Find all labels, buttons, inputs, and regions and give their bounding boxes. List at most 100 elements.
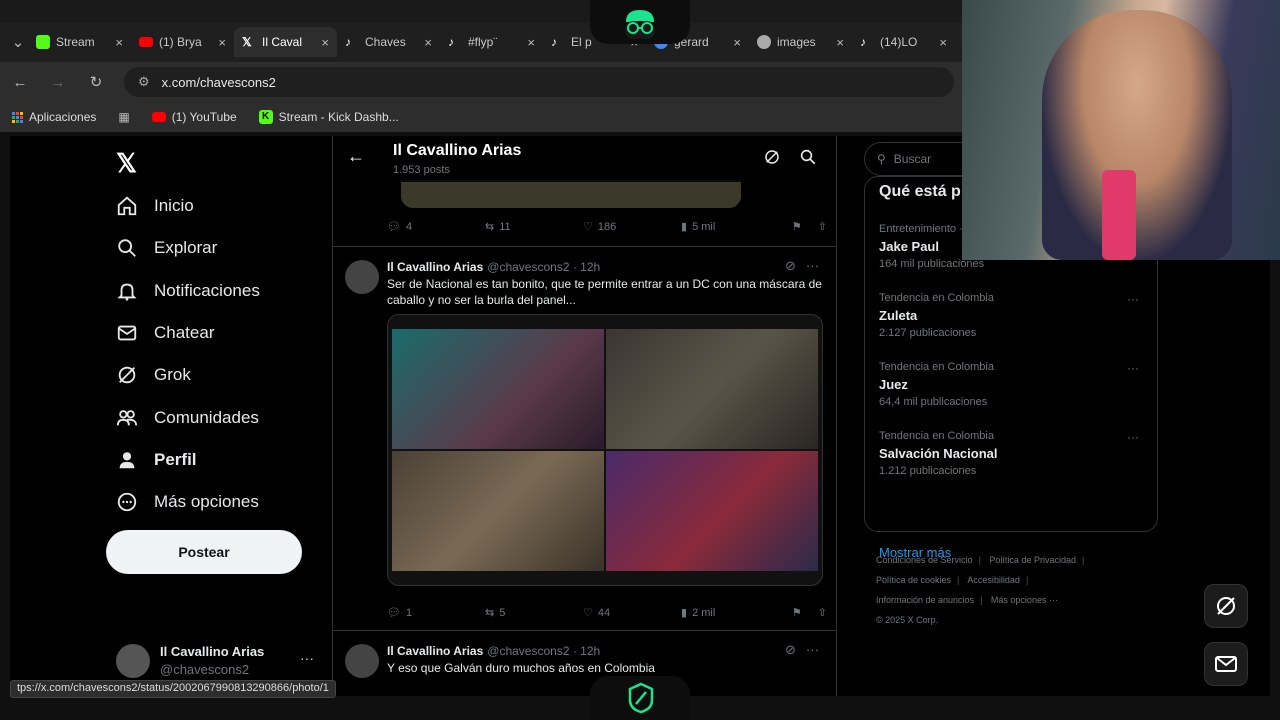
more-dots-icon[interactable]: ··· [806, 258, 819, 274]
footer-links: Condiciones de Servicio | Política de Pri… [876, 555, 1085, 625]
tab-title: #flyp¨ [468, 35, 498, 49]
tiktok-icon: ♪ [860, 35, 866, 49]
grok-icon[interactable]: ⊘ [785, 258, 796, 274]
repost-icon: ⇆ [485, 221, 495, 233]
url-text: x.com/chavescons2 [161, 74, 276, 90]
bookmark-apps[interactable]: Aplicaciones [12, 110, 96, 124]
nav-item-home[interactable]: Inicio [116, 195, 194, 217]
site-info-icon[interactable]: ⚙ [138, 74, 150, 90]
messages-side-button[interactable] [1204, 642, 1248, 686]
nav-item-bell[interactable]: Notificaciones [116, 280, 260, 302]
streamer-logo-icon [625, 10, 655, 39]
avatar[interactable] [345, 644, 379, 678]
close-tab-icon[interactable]: × [527, 35, 535, 50]
browser-tab[interactable]: Stream × [28, 27, 131, 57]
tweet-image[interactable] [387, 314, 823, 586]
more-dots-icon[interactable]: ··· [300, 650, 314, 666]
close-tab-icon[interactable]: × [939, 35, 947, 50]
grok-icon[interactable]: ⊘ [785, 642, 796, 658]
footer-link[interactable]: Accesibilidad [967, 575, 1020, 585]
tab-list-chevron-icon[interactable]: ⌄ [8, 33, 28, 51]
views-button[interactable]: ▮ 5 mil [681, 220, 779, 234]
reload-icon[interactable]: ↻ [86, 73, 106, 91]
close-tab-icon[interactable]: × [115, 35, 123, 50]
nav-item-grok[interactable]: Grok [116, 364, 191, 386]
footer-link[interactable]: Información de anuncios [876, 595, 974, 605]
bookmark-icon[interactable]: ⚑ [792, 220, 802, 233]
browser-tab[interactable]: 𝕏 Il Caval × [234, 27, 337, 57]
bookmark-label: Stream - Kick Dashb... [278, 110, 399, 124]
home-icon [117, 196, 137, 216]
account-switcher[interactable]: Il Cavallino Arias @chavescons2 ··· [116, 642, 326, 682]
browser-tab[interactable]: ♪ #flyp¨ × [440, 27, 543, 57]
grok-side-button[interactable] [1204, 584, 1248, 628]
trend-item[interactable]: Tendencia en Colombia Juez 64,4 mil public… [879, 361, 1149, 408]
browser-tab[interactable]: ♪ (14)LO × [852, 27, 955, 57]
footer-link[interactable]: Más opciones ··· [991, 595, 1058, 605]
nav-item-search[interactable]: Explorar [116, 237, 217, 259]
trend-name: Zuleta [879, 308, 918, 323]
bookmark-kick[interactable]: K Stream - Kick Dashb... [258, 110, 399, 124]
browser-tab[interactable]: (1) Brya × [131, 27, 234, 57]
tab-groups-icon[interactable]: ▦ [118, 110, 129, 124]
tweet[interactable]: Il Cavallino Arias @chavescons2 · 12h ⊘ ··… [333, 642, 836, 696]
tweet-author[interactable]: Il Cavallino Arias @chavescons2 · 12h [387, 260, 600, 274]
reply-icon: 💬︎ [387, 607, 401, 619]
tweet-author[interactable]: Il Cavallino Arias @chavescons2 · 12h [387, 644, 600, 658]
like-button[interactable]: ♡ 44 [583, 606, 681, 620]
tab-title: images [777, 35, 816, 49]
footer-link[interactable]: Condiciones de Servicio [876, 555, 973, 565]
trend-name: Juez [879, 377, 908, 392]
back-arrow-icon[interactable]: ← [347, 146, 365, 167]
nav-item-person[interactable]: Perfil [116, 449, 197, 471]
like-button[interactable]: ♡ 186 [583, 220, 681, 234]
browser-tab[interactable]: ♪ Chaves × [337, 27, 440, 57]
avatar[interactable] [345, 260, 379, 294]
address-bar[interactable]: ⚙ x.com/chavescons2 [124, 67, 954, 97]
footer-link[interactable]: Política de Privacidad [989, 555, 1076, 565]
people-icon [116, 409, 138, 425]
footer-link[interactable]: Política de cookies [876, 575, 951, 585]
reply-icon: 💬︎ [387, 221, 401, 233]
more-dots-icon[interactable]: ··· [806, 642, 819, 658]
share-icon[interactable]: ⇧ [818, 220, 827, 233]
forward-arrow-icon[interactable]: → [48, 74, 68, 91]
grok-icon[interactable] [763, 148, 781, 166]
avatar [116, 644, 150, 678]
trend-item[interactable]: Tendencia en Colombia Zuleta 2.127 publica… [879, 292, 1149, 339]
bookmark-youtube[interactable]: (1) YouTube [151, 110, 237, 124]
views-button[interactable]: ▮ 2 mil [681, 606, 779, 620]
more-dots-icon[interactable]: ··· [1127, 430, 1139, 444]
trend-item[interactable]: Tendencia en Colombia Salvación Nacional 1… [879, 430, 1149, 477]
tweet[interactable]: Il Cavallino Arias @chavescons2 · 12h ⊘ ··… [333, 258, 836, 630]
profile-header: ← Il Cavallino Arias 1.953 posts [333, 136, 836, 182]
previous-post-media[interactable] [401, 180, 741, 208]
x-logo-icon[interactable]: 𝕏 [116, 148, 137, 179]
browser-tab[interactable]: images × [749, 27, 852, 57]
repost-button[interactable]: ⇆ 11 [485, 220, 583, 234]
more-dots-icon[interactable]: ··· [1127, 292, 1139, 306]
close-tab-icon[interactable]: × [424, 35, 432, 50]
close-tab-icon[interactable]: × [218, 35, 226, 50]
reply-button[interactable]: 💬︎ 4 [387, 220, 485, 234]
tiktok-icon: ♪ [448, 35, 454, 49]
close-tab-icon[interactable]: × [321, 35, 329, 50]
back-arrow-icon[interactable]: ← [10, 74, 30, 91]
search-placeholder: Buscar [893, 152, 932, 166]
nav-item-mail[interactable]: Chatear [116, 322, 214, 344]
share-icon[interactable]: ⇧ [818, 606, 827, 619]
nav-item-people[interactable]: Comunidades [116, 407, 259, 429]
search-icon[interactable] [799, 148, 817, 166]
reply-button[interactable]: 💬︎ 1 [387, 606, 485, 620]
close-tab-icon[interactable]: × [836, 35, 844, 50]
bookmark-label: (1) YouTube [171, 110, 237, 124]
repost-button[interactable]: ⇆ 5 [485, 606, 583, 620]
reply-count: 4 [405, 220, 413, 233]
grok-icon [118, 366, 136, 384]
close-tab-icon[interactable]: × [733, 35, 741, 50]
nav-item-more-circle[interactable]: Más opciones [116, 491, 259, 513]
bookmark-icon[interactable]: ⚑ [792, 606, 802, 619]
more-dots-icon[interactable]: ··· [1127, 361, 1139, 375]
post-button[interactable]: Postear [106, 530, 302, 574]
grok-icon [1217, 597, 1235, 615]
